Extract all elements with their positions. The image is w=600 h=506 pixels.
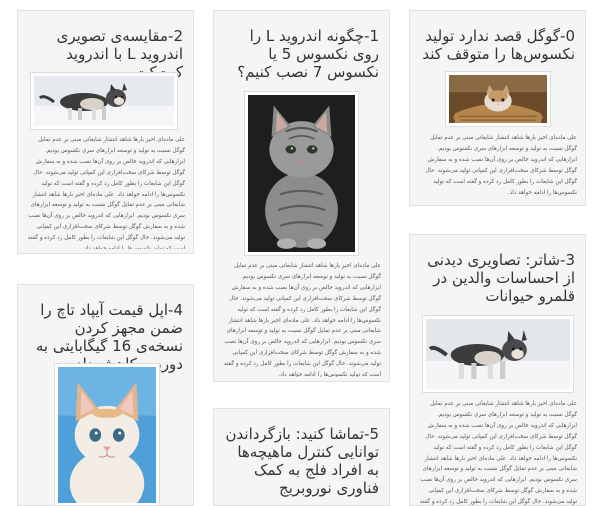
post-title-1[interactable]: 1-چگونه اندروید L را روی نکسوس 5 یا نکسو…	[214, 11, 389, 81]
post-title-4[interactable]: 4-اپل قیمت آیپاد تاچ را ضمن مجهز کردن نس…	[18, 285, 193, 373]
kitten-walking-snow-image	[426, 319, 570, 389]
post-excerpt-3: علی ماده‌ای اخیر بارها شاهد انتشار شایعا…	[419, 401, 577, 506]
post-excerpt-0: علی ماده‌ای اخیر بارها شاهد انتشار شایعا…	[425, 135, 577, 196]
post-image-1[interactable]	[244, 91, 359, 256]
kitten-walking-snow-image	[34, 76, 174, 126]
post-image-3[interactable]	[422, 315, 574, 393]
post-excerpt-2: علی ماده‌ای اخیر بارها شاهد انتشار شایعا…	[27, 137, 185, 249]
post-title-0[interactable]: 0-گوگل قصد ندارد تولید نکسوس‌ها را متوقف…	[410, 11, 585, 63]
post-image-4[interactable]	[54, 363, 160, 505]
post-card-5[interactable]: 5-تماشا کنید: بازگرداندن توانایی کنترل م…	[213, 408, 390, 506]
post-image-0[interactable]	[445, 71, 551, 127]
post-card-4[interactable]: 4-اپل قیمت آیپاد تاچ را ضمن مجهز کردن نس…	[17, 284, 194, 506]
kitten-in-basket-image	[449, 75, 547, 123]
post-card-2[interactable]: 2-مقایسه‌ی تصویری اندروید L با اندروید ک…	[17, 10, 194, 254]
post-title-5[interactable]: 5-تماشا کنید: بازگرداندن توانایی کنترل م…	[214, 409, 389, 497]
post-image-2[interactable]	[30, 72, 178, 130]
post-title-3[interactable]: 3-شاتر: تصاویری دیدنی از احساسات والدین …	[410, 235, 585, 305]
post-excerpt-1: علی ماده‌ای اخیر بارها شاهد انتشار شایعا…	[223, 263, 381, 377]
post-card-0[interactable]: 0-گوگل قصد ندارد تولید نکسوس‌ها را متوقف…	[409, 10, 586, 206]
post-card-1[interactable]: 1-چگونه اندروید L را روی نکسوس 5 یا نکسو…	[213, 10, 390, 382]
ginger-white-kitten-image	[58, 367, 156, 503]
post-title-2[interactable]: 2-مقایسه‌ی تصویری اندروید L با اندروید ک…	[18, 11, 193, 81]
post-card-3[interactable]: 3-شاتر: تصاویری دیدنی از احساسات والدین …	[409, 234, 586, 506]
gray-tabby-kitten-image	[248, 95, 355, 252]
